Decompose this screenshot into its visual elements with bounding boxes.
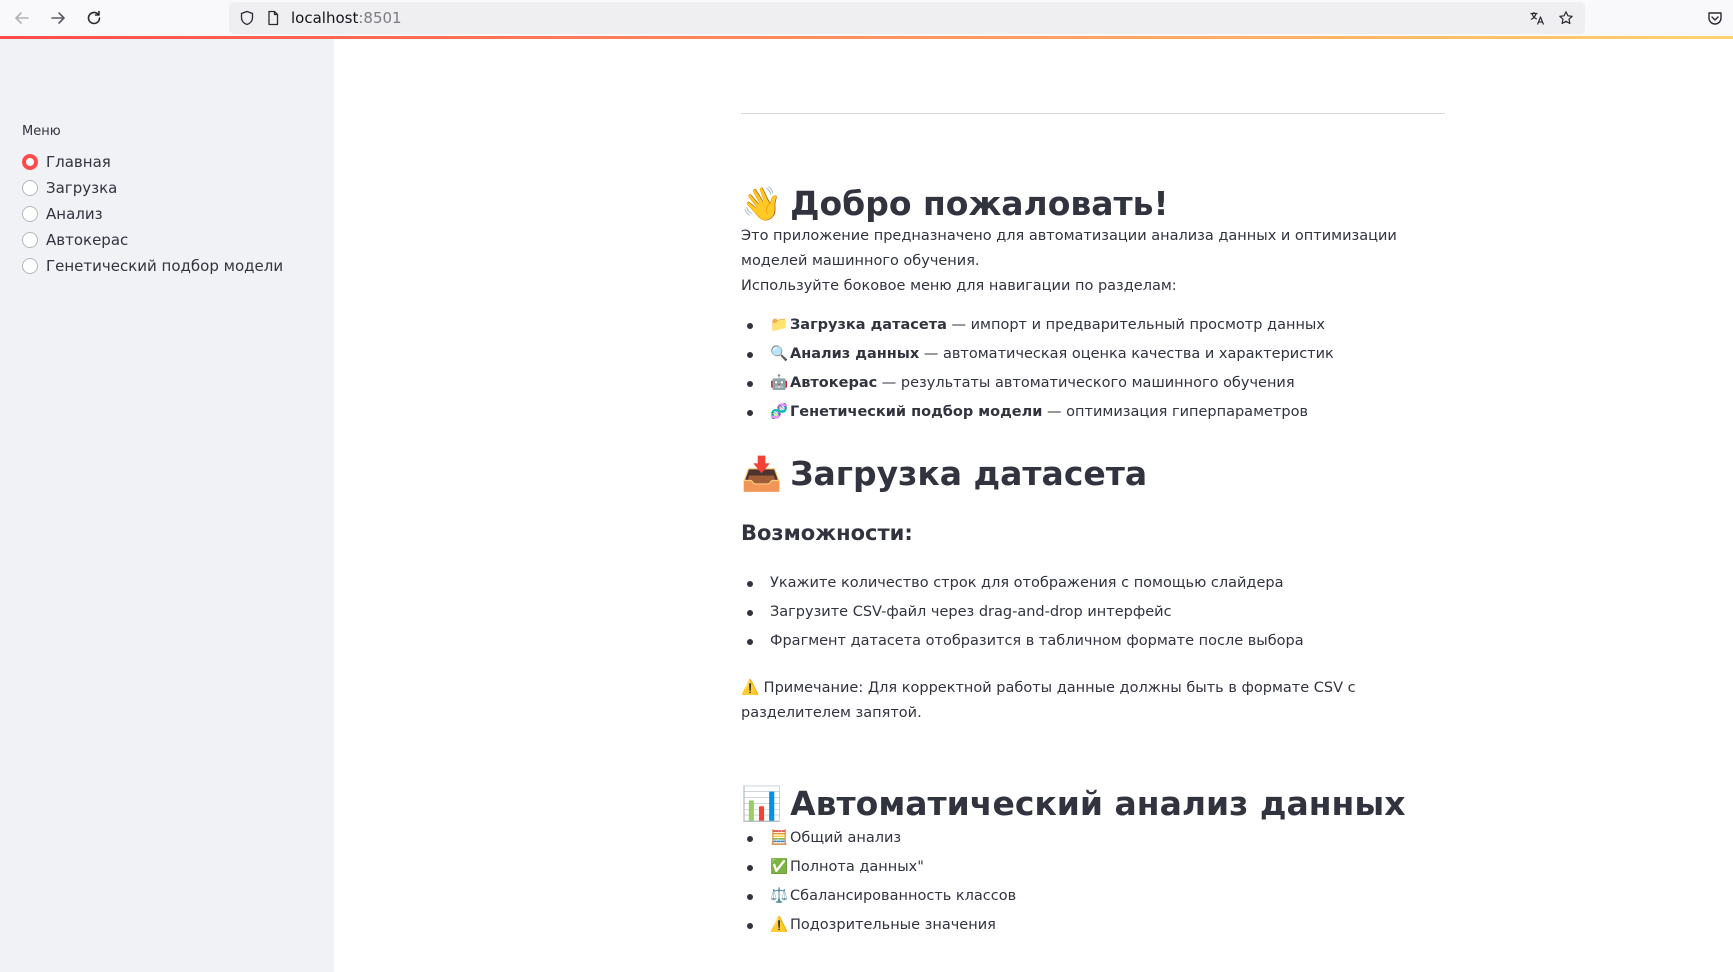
sections-list: 📁 Загрузка датасета — импорт и предварите… [741, 311, 1445, 427]
url-text[interactable]: localhost:8501 [291, 10, 402, 26]
radio-item-analysis[interactable]: Анализ [22, 201, 283, 227]
radio-item-genetic[interactable]: Генетический подбор модели [22, 253, 283, 279]
list-item-desc: — автоматическая оценка качества и харак… [919, 346, 1334, 362]
welcome-heading: 👋 Добро пожаловать! [741, 183, 1169, 225]
list-item-desc: — результаты автоматического машинного о… [877, 375, 1295, 391]
list-item-text: Сбалансированность классов [790, 888, 1017, 904]
pocket-icon[interactable] [1706, 9, 1724, 27]
list-item-text: Общий анализ [790, 830, 902, 846]
intro-line-1: Это приложение предназначено для автомат… [741, 228, 1397, 269]
radio-label: Анализ [46, 205, 103, 223]
list-item: 📁 Загрузка датасета — импорт и предварите… [741, 311, 1445, 340]
sidebar: Меню Главная Загрузка Анализ Автокерас Г… [0, 39, 334, 972]
list-item: ⚠️ Подозрительные значения [741, 911, 1445, 940]
list-item: 🤖 Автокерас — результаты автоматического … [741, 369, 1445, 398]
features-heading: Возможности: [741, 521, 913, 545]
bar-chart-icon: 📊 [741, 784, 783, 823]
url-port: :8501 [358, 9, 402, 27]
list-item-title: Генетический подбор модели [790, 404, 1043, 420]
list-item: 🧬 Генетический подбор модели — оптимизаци… [741, 398, 1445, 427]
back-icon[interactable] [10, 6, 34, 30]
list-item: ✅ Полнота данных" [741, 853, 1445, 882]
list-item: ⚖️ Сбалансированность классов [741, 882, 1445, 911]
forward-icon[interactable] [46, 6, 70, 30]
radio-unselected-icon[interactable] [22, 232, 38, 248]
analysis-title: Автоматический анализ данных [790, 784, 1406, 823]
list-item-title: Загрузка датасета [790, 317, 947, 333]
radio-label: Автокерас [46, 231, 129, 249]
list-item-desc: — оптимизация гиперпараметров [1042, 404, 1308, 420]
upload-heading: 📥 Загрузка датасета [741, 453, 1147, 495]
divider [741, 113, 1445, 114]
browser-toolbar: localhost:8501 [0, 0, 1733, 36]
radio-label: Загрузка [46, 179, 118, 197]
features-list: Укажите количество строк для отображения… [741, 569, 1445, 656]
radio-unselected-icon[interactable] [22, 258, 38, 274]
folder-icon: 📁 [770, 317, 789, 333]
menu-label: Меню [22, 124, 61, 139]
radio-selected-icon[interactable] [22, 154, 38, 170]
star-icon[interactable] [1558, 10, 1574, 26]
menu-radio-group: Главная Загрузка Анализ Автокерас Генети… [22, 149, 283, 279]
analysis-heading: 📊 Автоматический анализ данных [741, 783, 1405, 825]
list-item-title: Автокерас [790, 375, 878, 391]
warning-icon: ⚠️ [770, 917, 789, 933]
list-item-title: Анализ данных [790, 346, 920, 362]
radio-unselected-icon[interactable] [22, 180, 38, 196]
list-item: 🔍 Анализ данных — автоматическая оценка к… [741, 340, 1445, 369]
page-icon[interactable] [265, 10, 281, 26]
welcome-title: Добро пожаловать! [790, 184, 1169, 223]
main-area: 👋 Добро пожаловать! Это приложение предна… [334, 39, 1733, 972]
radio-item-main[interactable]: Главная [22, 149, 283, 175]
robot-icon: 🤖 [770, 375, 789, 391]
radio-item-upload[interactable]: Загрузка [22, 175, 283, 201]
upload-title: Загрузка датасета [790, 454, 1148, 493]
intro-paragraph: Это приложение предназначено для автомат… [741, 224, 1445, 299]
translate-icon[interactable] [1529, 10, 1545, 26]
radio-unselected-icon[interactable] [22, 206, 38, 222]
address-bar[interactable]: localhost:8501 [229, 2, 1585, 34]
list-item: Укажите количество строк для отображения… [741, 569, 1445, 598]
list-item-text: Полнота данных" [790, 859, 924, 875]
analysis-list: 🧮 Общий анализ ✅ Полнота данных" ⚖️ Сбаланс… [741, 824, 1445, 940]
shield-icon[interactable] [239, 10, 255, 26]
list-item: Фрагмент датасета отобразится в таблично… [741, 627, 1445, 656]
radio-label: Главная [46, 153, 111, 171]
list-item: Загрузите CSV-файл через drag-and-drop и… [741, 598, 1445, 627]
dna-icon: 🧬 [770, 404, 789, 420]
check-mark-icon: ✅ [770, 859, 789, 875]
scales-icon: ⚖️ [770, 888, 789, 904]
magnifier-icon: 🔍 [770, 346, 789, 362]
abacus-icon: 🧮 [770, 830, 789, 846]
waving-hand-icon: 👋 [741, 184, 783, 223]
list-item-desc: — импорт и предварительный просмотр данн… [946, 317, 1325, 333]
radio-item-autokeras[interactable]: Автокерас [22, 227, 283, 253]
reload-icon[interactable] [82, 6, 106, 30]
inbox-tray-icon: 📥 [741, 454, 783, 493]
note-paragraph: ⚠️ Примечание: Для корректной работы дан… [741, 680, 1356, 721]
list-item: 🧮 Общий анализ [741, 824, 1445, 853]
url-host: localhost [291, 9, 359, 27]
radio-label: Генетический подбор модели [46, 257, 284, 275]
list-item-text: Подозрительные значения [790, 917, 996, 933]
intro-line-2: Используйте боковое меню для навигации п… [741, 278, 1177, 294]
